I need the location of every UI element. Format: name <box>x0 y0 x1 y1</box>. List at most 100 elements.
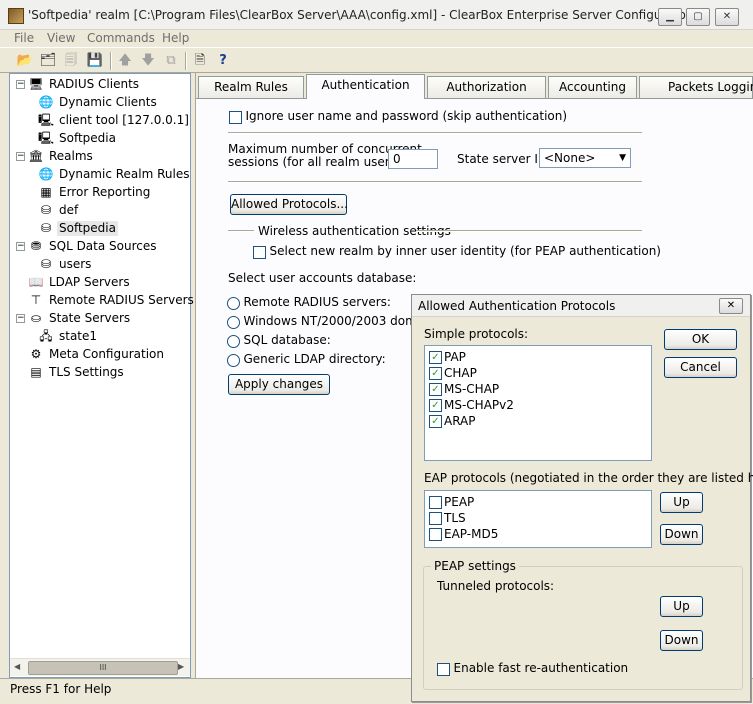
computer-icon: 🖳 <box>38 113 55 127</box>
status-text: Press F1 for Help <box>10 682 112 696</box>
db-radio-windows[interactable] <box>227 315 240 329</box>
simple-protocol-checkbox[interactable]: ✓ <box>429 367 442 380</box>
tree-node[interactable]: ▤ TLS Settings <box>10 363 190 381</box>
tree-node[interactable]: ⚙ Meta Configuration <box>10 345 190 363</box>
simple-protocol-item[interactable]: ✓ PAP <box>429 349 651 365</box>
simple-protocol-checkbox[interactable]: ✓ <box>429 415 442 428</box>
state-server-icon: ⛀ <box>30 311 42 325</box>
tree-node-label: def <box>59 203 79 217</box>
tree-horizontal-scrollbar[interactable]: ◀ III ▶ <box>10 658 190 676</box>
tree-node[interactable]: − ⛃ SQL Data Sources <box>10 237 190 255</box>
tree-node[interactable]: ⛁ def <box>10 201 190 219</box>
eap-protocol-item[interactable]: EAP-MD5 <box>429 526 651 542</box>
computer-icon: 🖳 <box>38 131 55 145</box>
eap-up-button[interactable]: Up <box>660 492 703 513</box>
db-radio-radius[interactable] <box>227 296 240 310</box>
copy-icon[interactable]: ⧉ <box>162 52 180 70</box>
eap-protocol-label: TLS <box>444 511 466 525</box>
tab-accounting[interactable]: Accounting <box>548 76 637 98</box>
simple-protocol-item[interactable]: ✓ CHAP <box>429 365 651 381</box>
arrow-down-icon[interactable]: 🡇 <box>139 52 157 70</box>
disabled-icon[interactable]: 🗐 <box>62 52 80 70</box>
menu-help[interactable]: Help <box>162 31 189 45</box>
tree-node[interactable]: − ⛀ State Servers <box>10 309 190 327</box>
tree-node[interactable]: − 🖥 RADIUS Clients <box>10 75 190 93</box>
apply-changes-button[interactable]: Apply changes <box>228 374 330 395</box>
tree-view[interactable]: − 🖥 RADIUS Clients 🌐 Dynamic Clients 🖳 client … <box>9 73 194 678</box>
close-button[interactable]: ✕ <box>715 8 739 26</box>
help-icon[interactable]: ? <box>214 52 232 70</box>
peap-up-button[interactable]: Up <box>660 596 703 617</box>
eap-protocol-checkbox[interactable] <box>429 528 442 541</box>
disk-icon[interactable]: 💾 <box>86 52 104 70</box>
skip-auth-row[interactable]: Ignore user name and password (skip auth… <box>229 109 567 124</box>
db-option-sql[interactable]: SQL database: <box>227 333 331 348</box>
fast-reauth-row[interactable]: Enable fast re-authentication <box>437 661 628 676</box>
peap-down-button[interactable]: Down <box>660 630 703 651</box>
fast-reauth-checkbox[interactable] <box>437 662 450 676</box>
tree-node[interactable]: 🖳 Softpedia <box>10 129 190 147</box>
tree-node[interactable]: ⛁ Softpedia <box>10 219 190 237</box>
simple-protocol-item[interactable]: ✓ MS-CHAP <box>429 381 651 397</box>
tree-node[interactable]: 🌐 Dynamic Clients <box>10 93 190 111</box>
ok-button[interactable]: OK <box>664 329 737 350</box>
maximize-button[interactable]: ▢ <box>686 8 710 26</box>
scroll-thumb[interactable]: III <box>28 661 178 675</box>
tree-node[interactable]: ⊤ Remote RADIUS Servers <box>10 291 194 309</box>
open-folder-icon[interactable]: 📂 <box>16 52 34 70</box>
max-sessions-input[interactable]: 0 <box>388 149 438 169</box>
tree-node[interactable]: 🖳 client tool [127.0.0.1] <box>10 111 190 129</box>
minimize-button[interactable]: ▁ <box>658 8 682 26</box>
properties-icon[interactable]: 🗎 <box>191 52 209 70</box>
select-realm-checkbox[interactable] <box>253 245 266 259</box>
arrow-up-icon[interactable]: 🡅 <box>116 52 134 70</box>
simple-protocols-list[interactable]: ✓ PAP ✓ CHAP ✓ MS-CHAP ✓ MS-CHAPv2 ✓ ARAP <box>424 345 652 461</box>
db-radio-sql[interactable] <box>227 334 240 348</box>
menu-file[interactable]: File <box>14 31 34 45</box>
tree-node[interactable]: 🌐 Dynamic Realm Rules <box>10 165 190 183</box>
eap-protocol-item[interactable]: PEAP <box>429 494 651 510</box>
tree-node[interactable]: 🖧 state1 <box>10 327 190 345</box>
scroll-left-arrow-icon[interactable]: ◀ <box>14 662 20 671</box>
scroll-right-arrow-icon[interactable]: ▶ <box>178 662 184 671</box>
select-realm-row[interactable]: Select new realm by inner user identity … <box>253 244 661 259</box>
db-radio-ldap[interactable] <box>227 353 240 367</box>
tree-node-label: LDAP Servers <box>49 275 130 289</box>
tab-realm-rules[interactable]: Realm Rules <box>198 76 304 98</box>
eap-down-button[interactable]: Down <box>660 524 703 545</box>
db-option-ldap[interactable]: Generic LDAP directory: <box>227 352 386 367</box>
simple-protocol-item[interactable]: ✓ ARAP <box>429 413 651 429</box>
tree-node[interactable]: − 🏛 Realms <box>10 147 190 165</box>
simple-protocol-checkbox[interactable]: ✓ <box>429 399 442 412</box>
skip-auth-checkbox[interactable] <box>229 110 242 124</box>
tab-authentication[interactable]: Authentication <box>306 74 425 99</box>
user-db-label: Select user accounts database: <box>228 271 417 285</box>
eap-protocol-checkbox[interactable] <box>429 496 442 509</box>
divider <box>228 132 642 134</box>
tree-expander-icon[interactable]: − <box>16 80 25 89</box>
allowed-protocols-button[interactable]: Allowed Protocols... <box>230 194 348 215</box>
tab-authorization[interactable]: Authorization <box>427 76 546 98</box>
tab-packets-logging[interactable]: Packets Loggin <box>639 76 753 98</box>
eap-protocol-item[interactable]: TLS <box>429 510 651 526</box>
db-option-radius[interactable]: Remote RADIUS servers: <box>227 295 391 310</box>
eap-protocol-checkbox[interactable] <box>429 512 442 525</box>
tree-node[interactable]: ⛁ users <box>10 255 190 273</box>
tree-expander-icon[interactable]: − <box>16 152 25 161</box>
tree-node[interactable]: ▦ Error Reporting <box>10 183 190 201</box>
save-all-icon[interactable]: 🗂 <box>39 52 57 70</box>
eap-protocols-list[interactable]: PEAP TLS EAP-MD5 <box>424 490 652 548</box>
menu-commands[interactable]: Commands <box>87 31 155 45</box>
tree-node-label: SQL Data Sources <box>49 239 157 253</box>
tree-expander-icon[interactable]: − <box>16 242 25 251</box>
tree-node[interactable]: 📖 LDAP Servers <box>10 273 190 291</box>
cancel-button[interactable]: Cancel <box>664 357 737 378</box>
tree-expander-icon[interactable]: − <box>16 314 25 323</box>
dialog-close-button[interactable]: ✕ <box>719 298 743 314</box>
simple-protocol-item[interactable]: ✓ MS-CHAPv2 <box>429 397 651 413</box>
simple-protocol-checkbox[interactable]: ✓ <box>429 383 442 396</box>
config-icon: ⚙ <box>30 347 42 361</box>
simple-protocol-checkbox[interactable]: ✓ <box>429 351 442 364</box>
menu-view[interactable]: View <box>47 31 75 45</box>
state-server-select[interactable]: <None> ▼ <box>539 148 631 168</box>
